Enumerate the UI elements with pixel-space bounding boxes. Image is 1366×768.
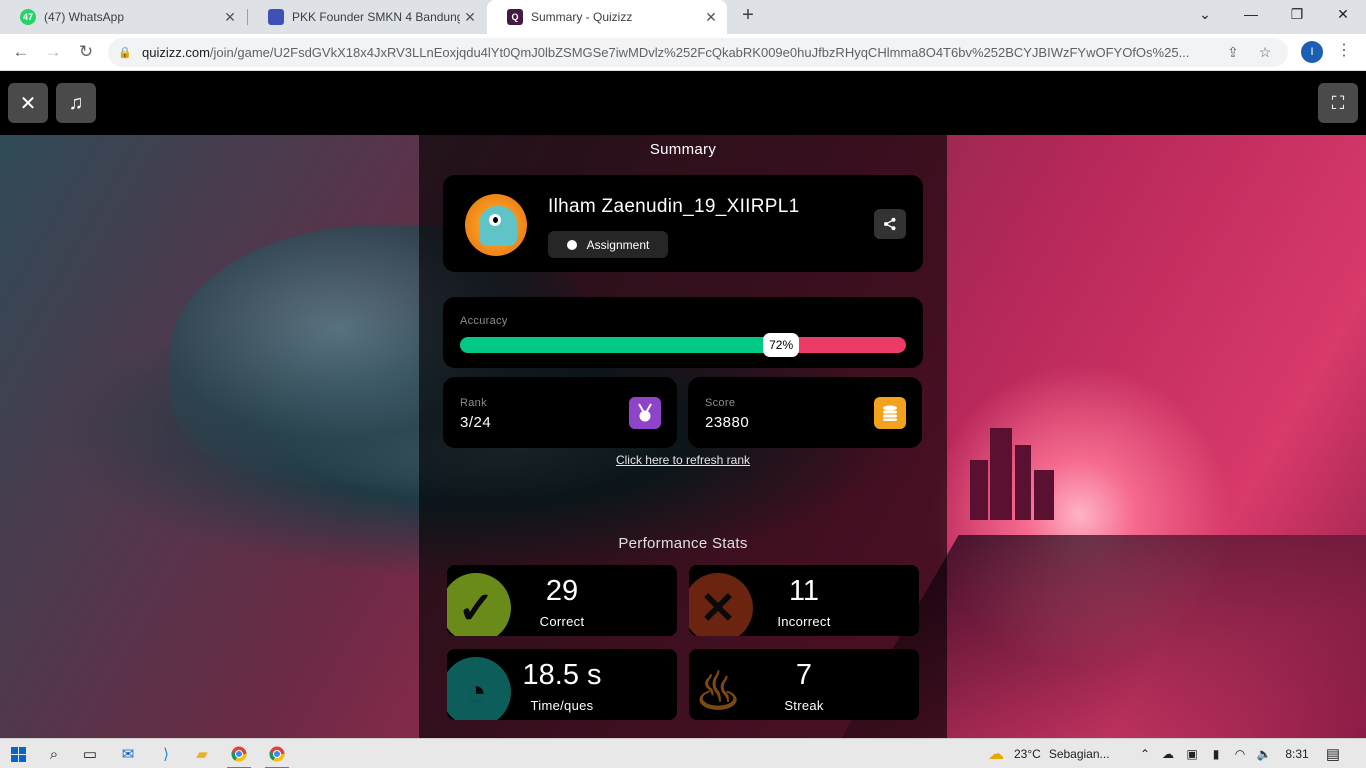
new-tab-button[interactable]: + [737,4,759,30]
time-per-question: 18.5 s [522,659,602,691]
time-stat-card: ◔ 18.5 s Time/ques [447,649,677,720]
score-card: Score 23880 [688,377,922,448]
monster-avatar-icon [479,206,517,246]
tab-search-icon[interactable]: ⌄ [1182,0,1228,30]
tab-pkk-founder[interactable]: PKK Founder SMKN 4 Bandung - ✕ [248,0,486,34]
browser-tabstrip: 47 (47) WhatsApp ✕ PKK Founder SMKN 4 Ba… [0,0,1366,34]
mail-icon[interactable]: ✉ [110,739,146,768]
score-value: 23880 [705,414,750,431]
streak-stat-card: ♨ 7 Streak [689,649,919,720]
tab-title: PKK Founder SMKN 4 Bandung - [292,10,460,24]
minimize-icon[interactable]: — [1228,0,1274,30]
game-topbar: ✕ ♫ ⛶ [0,71,1366,135]
lock-icon[interactable]: 🔒 [108,46,142,59]
medal-icon [629,397,661,429]
music-note-icon: ♫ [68,91,84,114]
address-bar[interactable]: 🔒 quizizz.com/join/game/U2FsdGVkX18x4JxR… [108,38,1288,67]
volume-icon[interactable]: 🔈 [1252,747,1276,761]
profile-avatar[interactable]: I [1301,41,1323,63]
meet-now-icon[interactable]: ▣ [1180,747,1204,761]
battery-icon[interactable]: ▮ [1204,747,1228,761]
performance-stats-title: Performance Stats [618,535,748,552]
page-favicon-icon [268,9,284,25]
accuracy-bar: 72% [460,333,906,357]
page-title: Summary [649,141,717,158]
close-tab-icon[interactable]: ✕ [701,9,721,26]
incorrect-count: 11 [788,575,820,607]
accuracy-value: 72% [763,333,800,357]
chevron-up-icon[interactable]: ⌃ [1134,747,1156,761]
quizizz-favicon-icon: Q [507,9,523,25]
task-view-icon[interactable]: ▭ [72,739,108,768]
clock-time[interactable]: 8:31 [1276,747,1318,761]
summary-panel: Summary Ilham Zaenudin_19_XIIRPL1 Assign… [419,135,947,738]
refresh-rank-link[interactable]: Click here to refresh rank [419,453,947,467]
rank-card: Rank 3/24 [443,377,677,448]
clock-icon [566,239,577,250]
mode-badge: Assignment [548,231,668,258]
menu-kebab-icon[interactable]: ⋮ [1336,40,1352,64]
incorrect-stat-card: ✕ 11 Incorrect [689,565,919,636]
vscode-icon[interactable]: ⟩ [148,739,184,768]
time-caption: Time/ques [530,698,594,713]
search-icon[interactable]: ⌕ [36,739,72,768]
share-page-icon[interactable]: ⇪ [1217,44,1249,61]
tab-whatsapp[interactable]: 47 (47) WhatsApp ✕ [0,0,246,34]
forward-icon[interactable]: → [40,40,66,66]
rank-value: 3/24 [460,414,492,431]
mode-label: Assignment [586,237,650,252]
close-icon: ✕ [19,92,37,115]
wifi-icon[interactable]: ◠ [1228,747,1252,761]
url-text[interactable]: quizizz.com/join/game/U2FsdGVkX18x4JxRV3… [142,45,1217,60]
share-button[interactable] [874,209,906,239]
weather-cloud-icon: ☁ [988,746,1004,763]
correct-stat-card: ✓ 29 Correct [447,565,677,636]
streak-count: 7 [795,659,813,691]
tab-title: (47) WhatsApp [44,10,125,24]
tab-quizizz-summary[interactable]: Q Summary - Quizizz ✕ [487,0,727,34]
file-explorer-icon[interactable]: ▰ [184,739,220,768]
city-silhouette [960,400,1070,520]
share-icon [884,217,896,231]
windows-taskbar: ⌕ ▭ ✉ ⟩ ▰ ☁ 23°C Sebagian... ⌃ ☁ ▣ ▮ ◠ 🔈… [0,738,1366,768]
quiz-page: ✕ ♫ ⛶ Summary Ilham Zaenudin_19_XIIRPL1 … [0,71,1366,738]
close-window-icon[interactable]: ✕ [1320,0,1366,30]
back-icon[interactable]: ← [8,40,34,66]
correct-caption: Correct [539,614,585,629]
incorrect-caption: Incorrect [777,614,831,629]
player-card: Ilham Zaenudin_19_XIIRPL1 Assignment [443,175,923,272]
close-tab-icon[interactable]: ✕ [460,9,480,26]
avatar [465,194,527,256]
chrome-icon[interactable] [221,739,257,768]
score-label: Score [705,397,736,409]
tab-title: Summary - Quizizz [531,10,633,24]
whatsapp-favicon-icon: 47 [20,9,36,25]
accuracy-bar-fill [460,337,782,353]
system-tray: ⌃ ☁ ▣ ▮ ◠ 🔈 8:31 [1134,739,1318,768]
fullscreen-icon: ⛶ [1331,92,1345,113]
onedrive-icon[interactable]: ☁ [1156,747,1180,761]
coins-icon [874,397,906,429]
restore-icon[interactable]: ❐ [1274,0,1320,30]
streak-caption: Streak [784,698,824,713]
fullscreen-button[interactable]: ⛶ [1318,83,1358,123]
weather-widget[interactable]: ☁ 23°C Sebagian... [988,739,1110,768]
rank-label: Rank [460,397,487,409]
close-tab-icon[interactable]: ✕ [220,9,240,26]
weather-description: Sebagian... [1048,747,1110,761]
music-toggle-button[interactable]: ♫ [56,83,96,123]
correct-count: 29 [545,575,579,607]
windows-logo-icon [10,746,26,762]
reload-icon[interactable]: ↻ [73,40,99,66]
weather-temperature: 23°C [1014,747,1041,761]
accuracy-label: Accuracy [460,315,508,327]
start-button[interactable] [0,739,36,768]
browser-toolbar: ← → ↻ 🔒 quizizz.com/join/game/U2FsdGVkX1… [0,34,1366,71]
exit-button[interactable]: ✕ [8,83,48,123]
bookmark-star-icon[interactable]: ☆ [1249,44,1281,61]
chrome-profile-icon[interactable] [259,739,295,768]
accuracy-card: Accuracy 72% [443,297,923,368]
player-name: Ilham Zaenudin_19_XIIRPL1 [548,196,800,217]
notifications-icon[interactable]: ▤ [1318,739,1348,768]
